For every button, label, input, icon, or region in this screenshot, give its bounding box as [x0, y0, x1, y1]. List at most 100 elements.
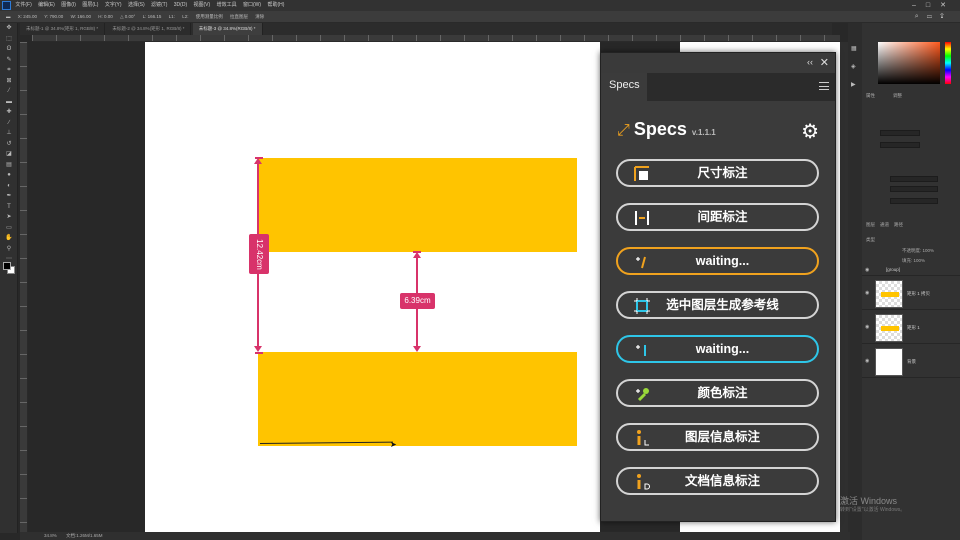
- healing-tool-icon[interactable]: ✚: [0, 107, 18, 118]
- window-controls[interactable]: –□✕: [912, 0, 956, 11]
- menu-edit[interactable]: 编辑(E): [38, 0, 55, 11]
- history-panel-icon[interactable]: ▦: [851, 45, 857, 52]
- generate-guides-button[interactable]: 选中图层生成参考线: [616, 291, 819, 319]
- tab-document-3[interactable]: 未标题-3 @ 34.8%(RGB/8) *: [192, 23, 263, 35]
- size-annotation-button[interactable]: 尺寸标注: [616, 159, 819, 187]
- search-icon[interactable]: ⌕: [915, 13, 927, 20]
- tab-channels[interactable]: 通道: [880, 222, 889, 228]
- gradient-tool-icon[interactable]: ▤: [0, 160, 18, 171]
- eyedropper-tool-icon[interactable]: ⁄: [0, 86, 18, 97]
- menu-type[interactable]: 文字(Y): [105, 0, 122, 11]
- horizontal-ruler[interactable]: [32, 35, 840, 42]
- stamp-tool-icon[interactable]: ⊥: [0, 128, 18, 139]
- layer-row[interactable]: ◉ 矩形 1: [862, 312, 960, 344]
- close-icon[interactable]: ✕: [820, 56, 829, 69]
- tab-paths[interactable]: 路径: [894, 222, 903, 228]
- specs-logo-icon: ⤢: [617, 122, 630, 139]
- ruler-tool-icon[interactable]: ▬: [6, 14, 11, 19]
- menu-image[interactable]: 图像(I): [61, 0, 76, 11]
- option-angle: △ 0.00°: [120, 14, 136, 19]
- panel-menu-icon[interactable]: [819, 82, 829, 90]
- marquee-tool-icon[interactable]: ⬚: [0, 34, 18, 45]
- dimension-1-label: 12.42cm: [249, 234, 269, 274]
- collapse-icon[interactable]: ‹‹: [807, 57, 813, 67]
- hand-tool-icon[interactable]: ✋: [0, 233, 18, 244]
- eye-icon[interactable]: ◉: [865, 358, 869, 364]
- yellow-rectangle-bottom[interactable]: [258, 352, 577, 446]
- eye-icon[interactable]: ◉: [865, 290, 869, 296]
- gear-icon[interactable]: ⚙: [801, 119, 819, 144]
- type-tool-icon[interactable]: T: [0, 202, 18, 213]
- vertical-ruler[interactable]: [20, 42, 28, 532]
- menu-select[interactable]: 选择(S): [128, 0, 145, 11]
- ruler-tool-icon[interactable]: ▬: [0, 97, 18, 108]
- tab-adjustments[interactable]: 调整: [893, 93, 902, 99]
- menu-3d[interactable]: 3D(D): [174, 0, 187, 11]
- doc-info-button[interactable]: 文档信息标注: [616, 467, 819, 495]
- layer-group-row[interactable]: ◉ [group]: [862, 264, 960, 276]
- eraser-tool-icon[interactable]: ◪: [0, 149, 18, 160]
- dodge-tool-icon[interactable]: ◐: [0, 181, 18, 192]
- menu-file[interactable]: 文件(F): [15, 0, 31, 11]
- menu-help[interactable]: 帮助(H): [267, 0, 284, 11]
- tab-properties[interactable]: 属性: [866, 93, 875, 99]
- menu-plugins[interactable]: 增效工具: [217, 0, 237, 11]
- tab-document-2[interactable]: 未标题-2 @ 34.8%(矩形 1, RGB/8) *: [106, 23, 192, 35]
- minimize-icon[interactable]: –: [912, 2, 926, 9]
- layer-info-button[interactable]: 图层信息标注: [616, 423, 819, 451]
- close-window-icon[interactable]: ✕: [940, 2, 956, 9]
- foreground-color-swatch[interactable]: [3, 262, 11, 270]
- tools-panel: ✥ ⬚ ʘ ✎ ⌗ ⊠ ⁄ ▬ ✚ ∕ ⊥ ↺ ◪ ▤ ● ◐ ✒ T ➤ ▭ …: [0, 23, 18, 533]
- pen-tool-icon[interactable]: ✒: [0, 191, 18, 202]
- opacity-field[interactable]: 不透明度: 100%: [902, 248, 934, 254]
- maximize-icon[interactable]: □: [926, 2, 940, 9]
- layer-row[interactable]: ◉ 背景: [862, 346, 960, 378]
- property-field-5[interactable]: [890, 198, 938, 204]
- property-field-1[interactable]: [880, 130, 920, 136]
- move-tool-icon[interactable]: ✥: [0, 23, 18, 34]
- document-canvas[interactable]: [145, 42, 600, 533]
- crop-tool-icon[interactable]: ⌗: [0, 65, 18, 76]
- use-measurement-scale-checkbox[interactable]: 使用测量比例: [196, 14, 223, 19]
- dimension-1-bottom-tick: [255, 352, 263, 354]
- property-field-3[interactable]: [890, 176, 938, 182]
- quick-select-tool-icon[interactable]: ✎: [0, 55, 18, 66]
- color-swatches[interactable]: [3, 262, 15, 274]
- rectangle-tool-icon[interactable]: ▭: [0, 223, 18, 234]
- waiting-cyan-button[interactable]: waiting...: [616, 335, 819, 363]
- lasso-tool-icon[interactable]: ʘ: [0, 44, 18, 55]
- brush-panel-icon[interactable]: ◈: [851, 63, 856, 70]
- waiting-orange-button[interactable]: waiting...: [616, 247, 819, 275]
- color-picker[interactable]: [878, 42, 940, 84]
- layer-row[interactable]: ◉ 矩形 1 拷贝: [862, 278, 960, 310]
- vertical-scrollbar[interactable]: [840, 42, 848, 533]
- hue-slider[interactable]: [945, 42, 951, 84]
- layer-kind-filter[interactable]: 类型: [866, 237, 875, 243]
- zoom-tool-icon[interactable]: ⚲: [0, 244, 18, 255]
- tab-specs[interactable]: Specs: [601, 73, 647, 101]
- actions-panel-icon[interactable]: ▶: [851, 81, 856, 88]
- share-icon[interactable]: ⇪: [940, 13, 952, 20]
- yellow-rectangle-top[interactable]: [258, 158, 577, 252]
- tab-layers[interactable]: 图层: [866, 222, 875, 228]
- property-field-4[interactable]: [890, 186, 938, 192]
- frame-tool-icon[interactable]: ⊠: [0, 76, 18, 87]
- property-field-2[interactable]: [880, 142, 920, 148]
- tab-document-1[interactable]: 未标题-1 @ 34.8%(矩形 1, RGB/8) *: [20, 23, 106, 35]
- zoom-level[interactable]: 34.8%: [44, 533, 57, 538]
- clear-button[interactable]: 清除: [255, 14, 264, 19]
- menu-layer[interactable]: 图层(L): [82, 0, 98, 11]
- path-select-tool-icon[interactable]: ➤: [0, 212, 18, 223]
- straighten-layer-button[interactable]: 拉直图层: [230, 14, 248, 19]
- color-annotation-button[interactable]: 颜色标注: [616, 379, 819, 407]
- history-brush-icon[interactable]: ↺: [0, 139, 18, 150]
- menu-window[interactable]: 窗口(W): [243, 0, 261, 11]
- eye-icon[interactable]: ◉: [865, 267, 869, 273]
- brush-tool-icon[interactable]: ∕: [0, 118, 18, 129]
- blur-tool-icon[interactable]: ●: [0, 170, 18, 181]
- spacing-annotation-button[interactable]: 间距标注: [616, 203, 819, 231]
- eye-icon[interactable]: ◉: [865, 324, 869, 330]
- menu-filter[interactable]: 滤镜(T): [151, 0, 167, 11]
- menu-view[interactable]: 视图(V): [194, 0, 211, 11]
- workspace-icon[interactable]: ▭: [927, 13, 940, 20]
